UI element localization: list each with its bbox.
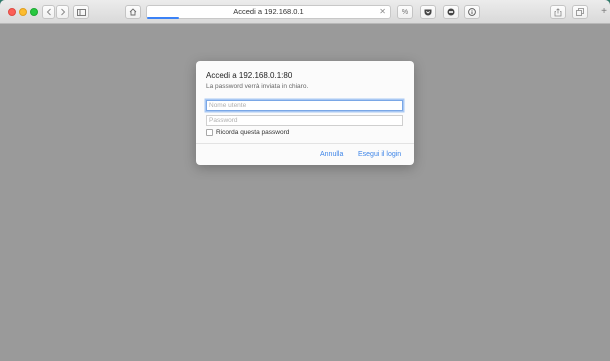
share-button[interactable]: [550, 5, 566, 19]
reader-button[interactable]: %: [397, 5, 413, 19]
share-icon: [554, 7, 562, 16]
info-icon: [468, 8, 476, 16]
chevron-left-icon: [46, 8, 51, 16]
address-text: Accedi a 192.168.0.1: [233, 7, 304, 16]
reader-icon: %: [401, 8, 409, 16]
stop-loading-icon[interactable]: ✕: [379, 7, 386, 16]
chevron-right-icon: [60, 8, 65, 16]
pocket-button[interactable]: [420, 5, 436, 19]
page-load-progress: [147, 17, 179, 19]
address-bar[interactable]: Accedi a 192.168.0.1 ✕: [146, 5, 391, 19]
extension-button[interactable]: [443, 5, 459, 19]
dialog-divider: [196, 143, 414, 144]
login-dialog: Accedi a 192.168.0.1:80 La password verr…: [196, 61, 414, 165]
minimize-window-button[interactable]: [19, 8, 27, 16]
maximize-window-button[interactable]: [30, 8, 38, 16]
tabs-icon: [576, 8, 584, 16]
new-tab-button[interactable]: +: [601, 7, 607, 17]
pocket-icon: [424, 9, 432, 15]
browser-window: Accedi a 192.168.0.1 ✕ % + Accedi a 192.…: [0, 0, 610, 361]
extension-icon: [447, 8, 455, 16]
home-icon: [129, 8, 137, 16]
password-input[interactable]: [206, 115, 403, 126]
dialog-subtitle: La password verrà inviata in chiaro.: [206, 83, 309, 90]
dialog-title: Accedi a 192.168.0.1:80: [206, 71, 293, 80]
remember-password-checkbox[interactable]: [206, 129, 213, 136]
login-button[interactable]: Esegui il login: [358, 151, 401, 158]
back-button[interactable]: [42, 5, 55, 19]
sidebar-button[interactable]: [73, 5, 89, 19]
forward-button[interactable]: [56, 5, 69, 19]
info-button[interactable]: [464, 5, 480, 19]
remember-password-label: Ricorda questa password: [216, 129, 290, 136]
close-window-button[interactable]: [8, 8, 16, 16]
home-button[interactable]: [125, 5, 141, 19]
show-tabs-button[interactable]: [572, 5, 588, 19]
sidebar-icon: [76, 8, 86, 16]
browser-toolbar: Accedi a 192.168.0.1 ✕ % +: [0, 0, 610, 24]
username-input[interactable]: [206, 100, 403, 111]
cancel-button[interactable]: Annulla: [320, 151, 343, 158]
